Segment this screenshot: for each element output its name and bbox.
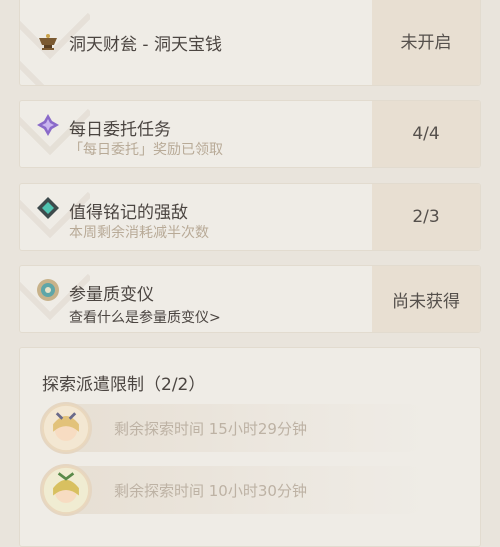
transformer-info-link[interactable]: 查看什么是参量质变仪>	[69, 307, 221, 327]
row-subtitle: 「每日委托」奖励已领取	[69, 142, 223, 158]
character-avatar	[40, 464, 92, 516]
commission-star-icon	[37, 114, 59, 136]
row-subtitle: 本周剩余消耗减半次数	[69, 225, 209, 241]
status-value: 4/4	[372, 101, 480, 167]
commission-overview: { "rows": [ {"title":"洞天财瓮 - 洞天宝钱","subt…	[0, 0, 500, 547]
weekly-boss-card[interactable]: 值得铭记的强敌 本周剩余消耗减半次数 2/3	[19, 183, 481, 251]
expedition-item[interactable]: 剩余探索时间 10小时30分钟	[40, 464, 432, 516]
row-title: 洞天财瓮 - 洞天宝钱	[69, 35, 222, 55]
teapot-icon	[39, 34, 57, 50]
transformer-icon	[37, 279, 59, 301]
character-avatar	[40, 402, 92, 454]
realm-currency-card[interactable]: 洞天财瓮 - 洞天宝钱 未开启	[19, 0, 481, 86]
weekly-boss-icon	[37, 197, 59, 219]
expedition-time: 剩余探索时间 10小时30分钟	[114, 482, 307, 500]
daily-commission-card[interactable]: 每日委托任务 「每日委托」奖励已领取 4/4	[19, 100, 481, 168]
expedition-title: 探索派遣限制（2/2）	[42, 375, 206, 395]
parametric-transformer-card[interactable]: 参量质变仪 查看什么是参量质变仪> 尚未获得	[19, 265, 481, 333]
row-title: 参量质变仪	[69, 285, 154, 305]
expedition-item[interactable]: 剩余探索时间 15小时29分钟	[40, 402, 432, 454]
row-title: 值得铭记的强敌	[69, 203, 188, 223]
status-value: 尚未获得	[372, 266, 480, 332]
expedition-time: 剩余探索时间 15小时29分钟	[114, 420, 307, 438]
status-value: 2/3	[372, 184, 480, 250]
row-title: 每日委托任务	[69, 120, 171, 140]
status-value: 未开启	[372, 0, 480, 85]
expedition-panel: 探索派遣限制（2/2） 剩余探索时间 15小时29分钟 剩余探索时间 10小时3…	[19, 347, 481, 547]
